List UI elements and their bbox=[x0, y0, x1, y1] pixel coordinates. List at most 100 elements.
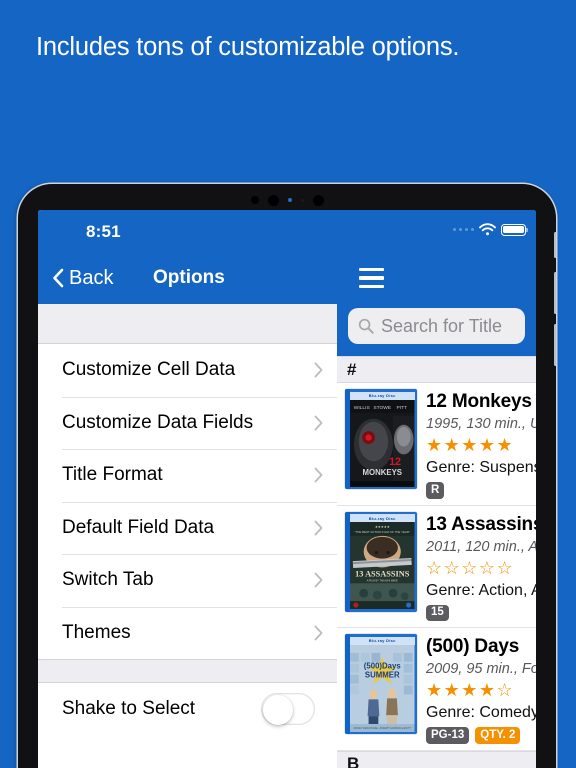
search-input[interactable]: Search for Title bbox=[348, 308, 525, 344]
sensor-dot bbox=[300, 198, 304, 202]
chevron-right-icon bbox=[314, 625, 323, 641]
list-item[interactable]: Blu-ray Disc WILLIS STOWE PITT 12 MONKEY… bbox=[337, 383, 536, 506]
sensor-dot bbox=[250, 196, 259, 204]
movie-subtitle: 1995, 130 min., Uni bbox=[426, 416, 536, 432]
search-placeholder: Search for Title bbox=[381, 315, 503, 336]
svg-text:(500)Days: (500)Days bbox=[364, 661, 402, 670]
volume-down-button[interactable] bbox=[554, 324, 556, 366]
toggle-knob bbox=[262, 694, 293, 725]
svg-text:STOWE: STOWE bbox=[373, 404, 392, 410]
battery-full-icon bbox=[501, 223, 529, 236]
menu-item-label: Themes bbox=[62, 621, 131, 643]
svg-text:SUMMER: SUMMER bbox=[365, 670, 400, 679]
svg-text:"THE BEST ACTION FILM OF THE Y: "THE BEST ACTION FILM OF THE YEAR" bbox=[354, 530, 410, 534]
speaker-icon bbox=[312, 194, 324, 206]
svg-text:★★★★★: ★★★★★ bbox=[375, 525, 390, 529]
back-button[interactable]: Back bbox=[52, 267, 113, 290]
badge-group: R bbox=[426, 482, 536, 499]
movie-genre: Genre: Action, A bbox=[426, 581, 536, 599]
device-screen: 8:51 Back Options Customize Cell Data Cu… bbox=[38, 210, 536, 768]
bluray-label: Blu-ray Disc bbox=[350, 514, 415, 522]
movie-subtitle: 2009, 95 min., Fox bbox=[426, 661, 536, 677]
list-item[interactable]: Blu-ray Disc ★★★★★ "THE BEST ACTION FILM… bbox=[337, 505, 536, 628]
section-header-b: B bbox=[337, 750, 536, 768]
badge-group: PG-13 QTY. 2 bbox=[426, 727, 536, 744]
list-top-spacer bbox=[38, 304, 337, 344]
movie-genre: Genre: Comedy bbox=[426, 704, 536, 721]
promo-headline: Includes tons of customizable options. bbox=[36, 33, 460, 61]
chevron-right-icon bbox=[314, 572, 323, 588]
movie-title: 13 Assassins bbox=[426, 513, 536, 535]
section-header-hash: # bbox=[337, 356, 536, 383]
menu-item-default-field-data[interactable]: Default Field Data bbox=[38, 501, 337, 554]
cover-art-500-days-of-summer: Blu-ray Disc (500)Days SUMMER ZOOEY DESC… bbox=[345, 634, 417, 734]
menu-item-label: Title Format bbox=[62, 464, 163, 486]
svg-text:WILLIS: WILLIS bbox=[354, 404, 371, 410]
movie-title: (500) Days bbox=[426, 636, 520, 657]
status-bar: 8:51 bbox=[38, 210, 337, 252]
chevron-right-icon bbox=[314, 467, 323, 483]
wifi-icon bbox=[479, 223, 496, 236]
back-button-label: Back bbox=[69, 266, 114, 289]
hamburger-menu-icon bbox=[359, 268, 384, 288]
status-badge: 15 bbox=[426, 604, 449, 621]
menu-item-switch-tab[interactable]: Switch Tab bbox=[38, 554, 337, 607]
shake-to-select-label: Shake to Select bbox=[62, 698, 196, 719]
list-item[interactable]: Blu-ray Disc (500)Days SUMMER ZOOEY DESC… bbox=[337, 628, 536, 751]
mute-switch[interactable] bbox=[554, 232, 556, 258]
list-item-meta: (500) Days 2009, 95 min., Fox ★★★★☆ Genr… bbox=[426, 634, 536, 744]
rating-stars: ☆☆☆☆☆ bbox=[426, 557, 515, 578]
menu-item-themes[interactable]: Themes bbox=[38, 606, 337, 659]
movie-subtitle: 2011, 120 min., Arti bbox=[426, 538, 536, 555]
search-container: Search for Title bbox=[337, 304, 536, 356]
quantity-badge: QTY. 2 bbox=[475, 727, 521, 744]
menu-item-label: Customize Cell Data bbox=[62, 359, 236, 381]
chevron-right-icon bbox=[314, 520, 323, 536]
volume-up-button[interactable] bbox=[554, 272, 556, 314]
screenshot-root: Includes tons of customizable options. 8… bbox=[0, 0, 576, 768]
menu-item-customize-data-fields[interactable]: Customize Data Fields bbox=[38, 396, 337, 449]
menu-item-label: Default Field Data bbox=[62, 516, 215, 538]
front-camera-icon bbox=[267, 194, 279, 206]
svg-text:A FILM BY TAKASHI MIIKE: A FILM BY TAKASHI MIIKE bbox=[367, 578, 398, 582]
menu-button[interactable] bbox=[337, 252, 536, 304]
status-bar-clock: 8:51 bbox=[86, 222, 121, 241]
list-item-meta: 13 Assassins 2011, 120 min., Arti ☆☆☆☆☆ … bbox=[426, 512, 536, 621]
rating-stars: ★★★★★ bbox=[426, 435, 515, 455]
menu-item-title-format[interactable]: Title Format bbox=[38, 449, 337, 502]
status-bar-right bbox=[337, 210, 536, 252]
status-badge: PG-13 bbox=[426, 727, 470, 744]
rating-stars: ★★★★☆ bbox=[426, 680, 515, 700]
cover-art-13-assassins: Blu-ray Disc ★★★★★ "THE BEST ACTION FILM… bbox=[345, 511, 417, 612]
svg-text:PITT: PITT bbox=[397, 404, 408, 410]
list-section-spacer bbox=[38, 659, 337, 683]
svg-text:13 ASSASSINS: 13 ASSASSINS bbox=[355, 569, 410, 578]
status-bar-indicators bbox=[452, 223, 529, 236]
options-pane: 8:51 Back Options Customize Cell Data Cu… bbox=[38, 210, 337, 768]
chevron-right-icon bbox=[314, 362, 323, 378]
device-frame: 8:51 Back Options Customize Cell Data Cu… bbox=[18, 184, 556, 768]
status-badge: R bbox=[426, 482, 445, 499]
front-camera-sensor-array bbox=[18, 192, 556, 208]
bluray-label: Blu-ray Disc bbox=[350, 636, 415, 645]
bluray-label: Blu-ray Disc bbox=[350, 391, 415, 400]
menu-item-customize-cell-data[interactable]: Customize Cell Data bbox=[38, 344, 337, 397]
shake-to-select-row[interactable]: Shake to Select bbox=[38, 683, 337, 735]
badge-group: 15 bbox=[426, 604, 536, 621]
cover-art-12-monkeys: Blu-ray Disc WILLIS STOWE PITT 12 MONKEY… bbox=[345, 389, 417, 489]
left-navigation-bar: Back Options bbox=[38, 252, 337, 304]
list-item-meta: 12 Monkeys 1995, 130 min., Uni ★★★★★ Gen… bbox=[426, 389, 536, 499]
options-menu-list: Customize Cell Data Customize Data Field… bbox=[38, 344, 337, 659]
signal-dots-icon bbox=[452, 227, 474, 232]
page-title: Options bbox=[153, 267, 225, 288]
movie-title: 12 Monkeys bbox=[426, 391, 532, 412]
menu-item-label: Customize Data Fields bbox=[62, 411, 254, 433]
titles-pane: Search for Title # Blu-ray Disc WILLIS S… bbox=[337, 210, 536, 768]
chevron-left-icon bbox=[53, 268, 64, 288]
search-icon bbox=[358, 318, 374, 334]
sensor-dot bbox=[287, 198, 292, 202]
movie-genre: Genre: Suspense bbox=[426, 459, 536, 476]
shake-to-select-toggle[interactable] bbox=[261, 693, 315, 725]
menu-item-label: Switch Tab bbox=[62, 569, 154, 591]
titles-header: Search for Title bbox=[337, 210, 536, 356]
